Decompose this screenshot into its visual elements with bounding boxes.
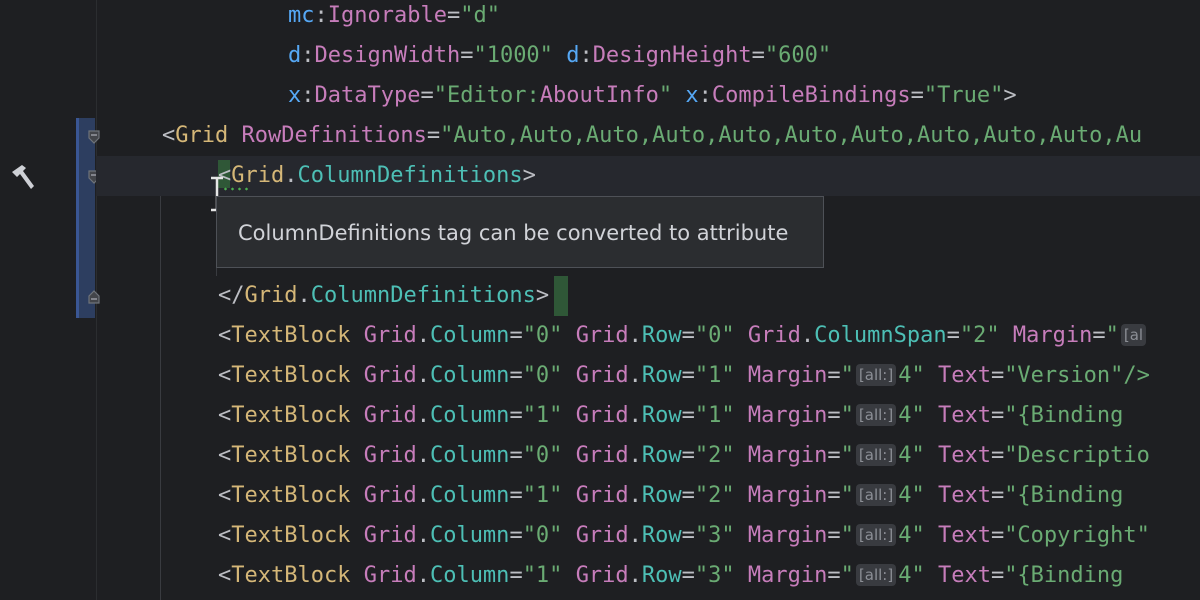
code-editor[interactable]: mc:Ignorable="d" d:DesignWidth="1000" d:… [0, 0, 1200, 600]
code-line: d:DesignWidth="1000" d:DesignHeight="600… [288, 43, 832, 68]
inlay-hint: [all:] [855, 444, 897, 466]
matched-tag-highlight [554, 276, 568, 316]
code-line: mc:Ignorable="d" [288, 3, 500, 28]
inspection-tooltip: ColumnDefinitions tag can be converted t… [216, 196, 824, 268]
code-line: <TextBlock Grid.Column="1" Grid.Row="2" … [218, 483, 1137, 508]
code-line: <TextBlock Grid.Column="0" Grid.Row="1" … [218, 363, 1150, 388]
code-line: <TextBlock Grid.Column="1" Grid.Row="3" … [218, 563, 1137, 588]
indent-guide [160, 156, 161, 600]
inlay-hint: [all:] [855, 524, 897, 546]
code-line: <TextBlock Grid.Column="1" Grid.Row="1" … [218, 403, 1137, 428]
code-line: <TextBlock Grid.Column="0" Grid.Row="2" … [218, 443, 1150, 468]
code-line: x:DataType="Editor:AboutInfo" x:CompileB… [288, 83, 1017, 108]
inlay-hint: [all:] [855, 404, 897, 426]
code-line: <Grid.ColumnDefinitions> [218, 163, 536, 188]
code-line: <TextBlock Grid.Column="0" Grid.Row="3" … [218, 523, 1150, 548]
code-line: <Grid RowDefinitions="Auto,Auto,Auto,Aut… [162, 123, 1143, 148]
inlay-hint: [all:] [855, 484, 897, 506]
code-line: <TextBlock Grid.Column="0" Grid.Row="0" … [218, 316, 1148, 356]
inlay-hint: [all:] [855, 364, 897, 386]
code-line: </Grid.ColumnDefinitions> [218, 283, 550, 308]
inlay-hint: [al [1120, 324, 1147, 346]
tooltip-text: ColumnDefinitions tag can be converted t… [238, 221, 789, 245]
inlay-hint: [all:] [855, 564, 897, 586]
